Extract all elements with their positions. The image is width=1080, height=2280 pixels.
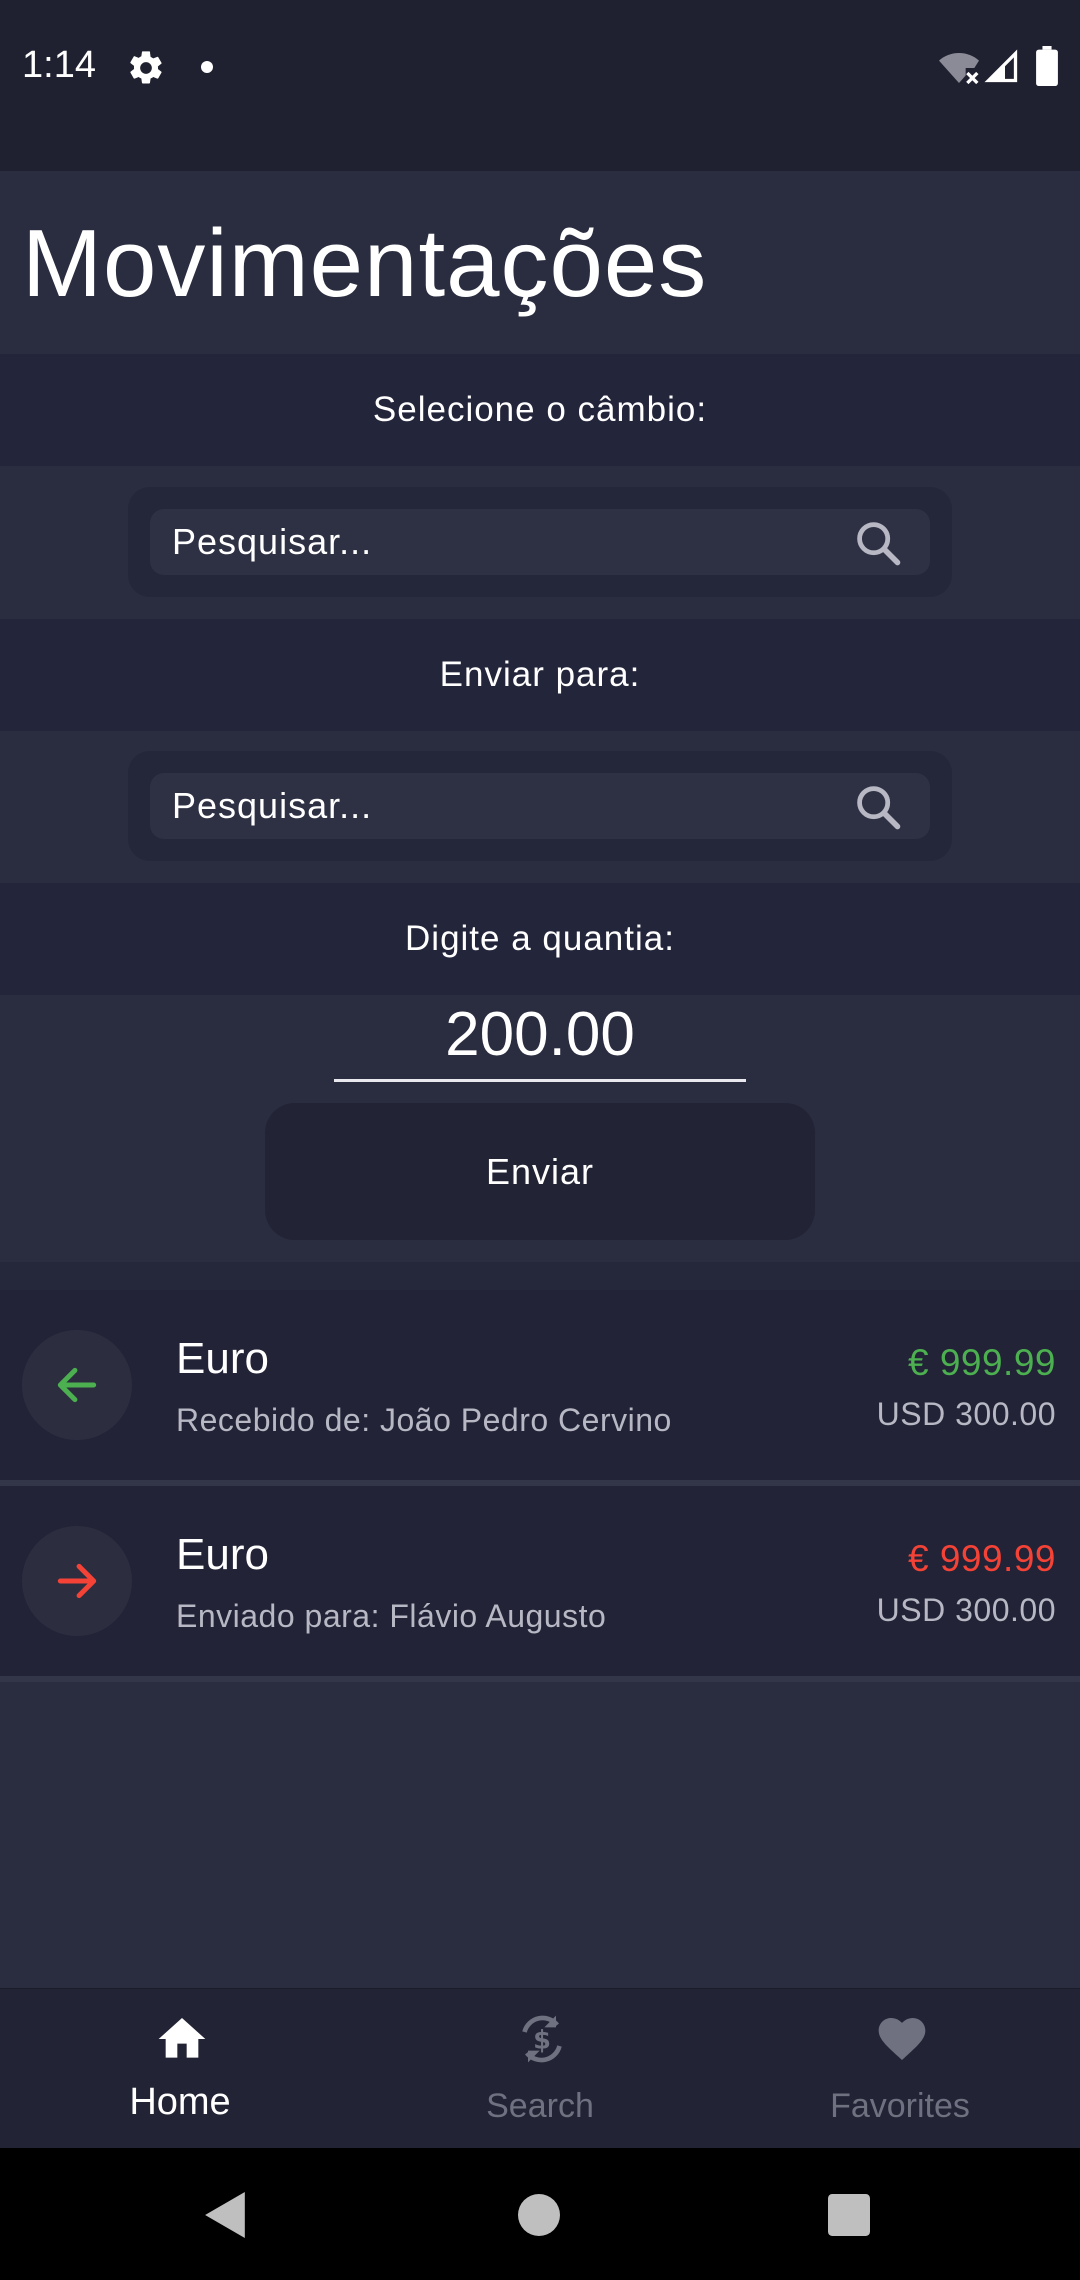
status-time: 1:14 [22,44,96,86]
recipient-search: Pesquisar... [128,751,952,861]
row-separator [0,1676,1080,1682]
transaction-usd: USD 300.00 [876,1396,1056,1432]
search-icon[interactable] [852,517,904,569]
nav-label-search: Search [486,2087,594,2125]
arrow-left-icon [57,1367,97,1403]
nav-item-favorites[interactable]: Favorites [720,1989,1080,2149]
transaction-title: Euro [176,1530,269,1579]
wifi-off-icon [939,53,979,85]
search-icon[interactable] [852,781,904,833]
send-button[interactable]: Enviar [265,1103,815,1240]
status-bar: 1:14 [0,0,1080,171]
arrow-right-icon [57,1563,97,1599]
transaction-subtitle: Recebido de: João Pedro Cervino [176,1402,672,1438]
recipient-search-placeholder: Pesquisar... [172,785,373,826]
nav-item-search[interactable]: $ Search [360,1989,720,2149]
transaction-amount: € 999.99 [907,1538,1056,1579]
home-circle-icon[interactable] [518,2194,560,2236]
signal-icon [984,49,1018,83]
transaction-row[interactable]: Euro Enviado para: Flávio Augusto € 999.… [0,1486,1080,1676]
exchange-search: Pesquisar... [128,487,952,597]
notification-dot-icon [201,61,213,73]
exchange-search-placeholder: Pesquisar... [172,521,373,562]
recipient-search-input[interactable]: Pesquisar... [150,773,930,839]
gear-icon [130,51,162,84]
transaction-subtitle: Enviado para: Flávio Augusto [176,1598,607,1634]
svg-text:$: $ [533,2025,551,2055]
exchange-label: Selecione o câmbio: [0,354,1080,466]
transaction-row[interactable]: Euro Recebido de: João Pedro Cervino € 9… [0,1290,1080,1480]
transaction-avatar [22,1526,132,1636]
heart-icon [878,2018,926,2060]
nav-label-favorites: Favorites [830,2087,970,2125]
transaction-avatar [22,1330,132,1440]
transaction-amount: € 999.99 [907,1342,1056,1383]
amount-input[interactable]: 200.00 [334,990,746,1082]
page-title: Movimentações [22,210,708,317]
recents-icon[interactable] [828,2194,870,2236]
battery-icon [1036,46,1058,86]
transaction-usd: USD 300.00 [876,1592,1056,1628]
nav-item-home[interactable]: Home [0,1989,360,2149]
amount-label: Digite a quantia: [0,883,1080,995]
currency-exchange-icon: $ [522,2015,562,2063]
recipient-label: Enviar para: [0,619,1080,731]
transaction-title: Euro [176,1334,269,1383]
bottom-nav: Home $ Search Favorites [0,1988,1080,2148]
back-icon[interactable] [205,2192,247,2238]
nav-label-home: Home [129,2081,231,2123]
home-icon [158,2018,206,2058]
page-header: Movimentações [0,171,1080,354]
system-nav-bar [0,2148,1080,2280]
exchange-search-input[interactable]: Pesquisar... [150,509,930,575]
list-divider [0,1262,1080,1290]
